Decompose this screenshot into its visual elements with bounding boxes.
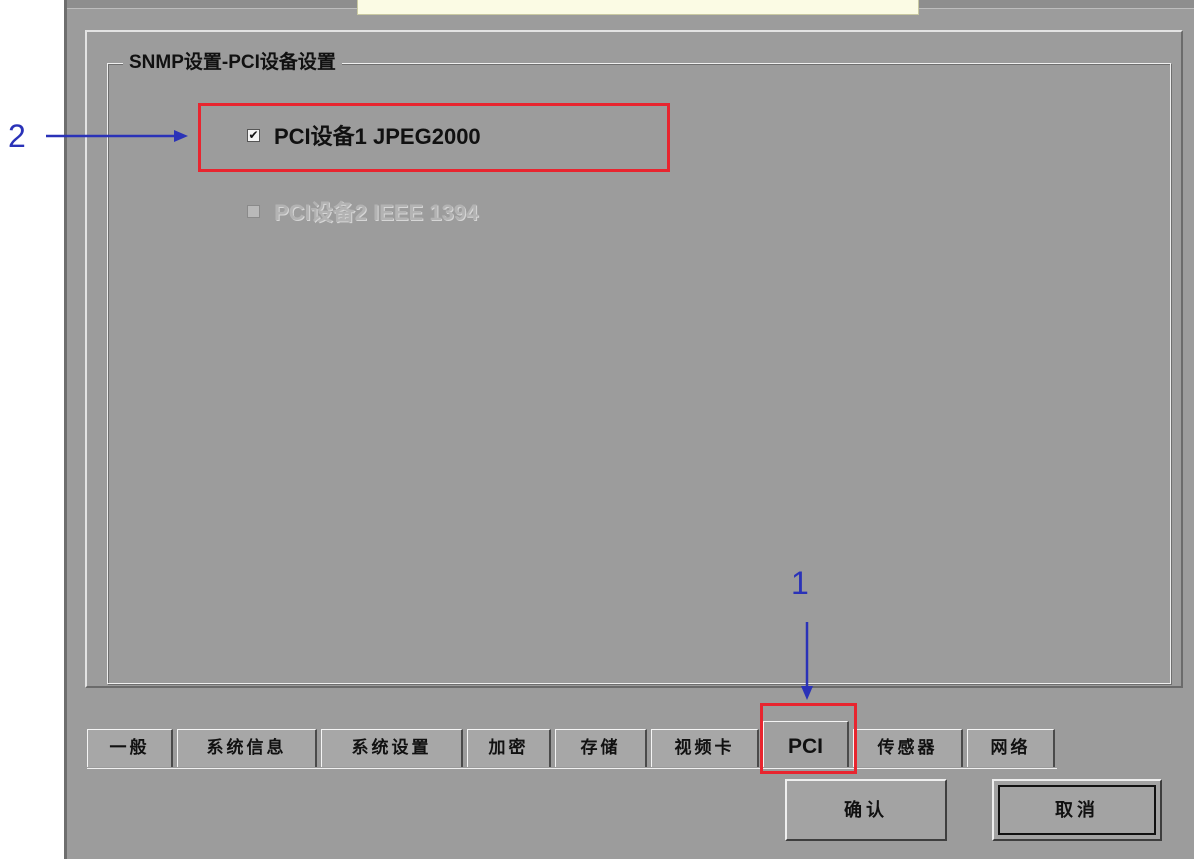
- tab-system-settings[interactable]: 系统设置: [321, 729, 463, 767]
- cancel-button[interactable]: 取消: [992, 779, 1162, 841]
- callout-number-1: 1: [791, 565, 809, 601]
- highlight-device-1: [198, 103, 670, 172]
- groupbox-title: SNMP设置-PCI设备设置: [123, 50, 342, 76]
- tab-sensor[interactable]: 传感器: [853, 729, 963, 767]
- tab-network[interactable]: 网络: [967, 729, 1055, 767]
- tab-general[interactable]: 一般: [87, 729, 173, 767]
- tab-storage[interactable]: 存储: [555, 729, 647, 767]
- screenshot-stage: SNMP设置-PCI设备设置 ✔ PCI设备1 JPEG2000 PCI设备2 …: [0, 0, 1194, 859]
- top-text-field: [357, 0, 919, 15]
- tab-video-card[interactable]: 视频卡: [651, 729, 759, 767]
- confirm-button[interactable]: 确认: [785, 779, 947, 841]
- device-2-row: PCI设备2 IEEE 1394: [247, 195, 478, 227]
- tab-strip-baseline: [87, 768, 1057, 769]
- tab-system-info[interactable]: 系统信息: [177, 729, 317, 767]
- device-2-checkbox: [247, 204, 260, 218]
- callout-number-2: 2: [8, 118, 26, 154]
- device-2-label: PCI设备2 IEEE 1394: [274, 200, 479, 225]
- tab-encryption[interactable]: 加密: [467, 729, 551, 767]
- highlight-pci-tab: [760, 703, 857, 774]
